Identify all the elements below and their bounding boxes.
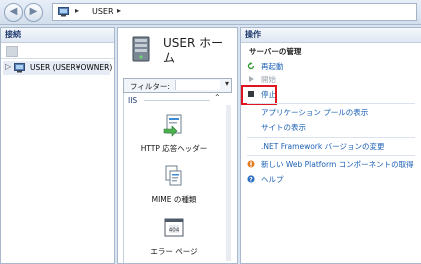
section-divider (144, 100, 210, 101)
tree-expander-icon[interactable]: ▷ (5, 62, 11, 71)
server-management-heading: サーバーの管理 (249, 47, 302, 56)
connections-header: 接続 (1, 28, 114, 43)
filter-bar: フィルター: ▾ (123, 78, 232, 93)
start-icon (249, 76, 254, 82)
feature-mime-types[interactable]: MIME の種類 (124, 164, 224, 205)
restart-label: 再起動 (261, 62, 284, 71)
arrow-right-icon: ▶ (29, 6, 38, 17)
breadcrumb-user[interactable]: USER (92, 7, 114, 16)
connections-toolbar (1, 43, 114, 59)
help-label: ヘルプ (261, 175, 284, 184)
tree-node-label: USER (USER¥OWNER) (30, 63, 113, 72)
svg-text:404: 404 (169, 228, 180, 234)
http-response-headers-icon (163, 114, 182, 137)
start-label: 開始 (261, 75, 276, 84)
breadcrumb-separator: ▸ (75, 6, 80, 15)
restart-icon (247, 62, 255, 70)
view-app-pools-label: アプリケーション プールの表示 (261, 108, 369, 117)
web-platform-icon (247, 160, 255, 168)
home-panel: USER ホーム フィルター: ▾ IIS ⌃ HTTP 応答ヘッダー MIME… (117, 27, 238, 264)
filter-label: フィルター: (130, 82, 170, 91)
breadcrumb-separator[interactable]: ▸ (117, 6, 121, 15)
error-pages-icon: 404 (164, 218, 184, 237)
back-button[interactable]: ◀ (4, 3, 23, 22)
get-web-platform-label: 新しい Web Platform コンポーネントの取得 (261, 160, 414, 169)
section-header: IIS (128, 96, 138, 105)
feature-label: エラー ページ (150, 247, 198, 256)
stop-highlight-frame (241, 85, 277, 105)
vertical-scrollbar[interactable] (226, 105, 231, 261)
actions-header: 操作 (241, 28, 421, 43)
server-home-icon (132, 36, 150, 62)
arrow-left-icon: ◀ (9, 6, 18, 17)
divider (247, 155, 415, 156)
feature-label: MIME の種類 (151, 195, 197, 204)
toolbar-icon[interactable] (6, 46, 18, 57)
address-bar[interactable]: ▸ USER ▸ (52, 3, 417, 21)
filter-dropdown-icon[interactable]: ▾ (225, 79, 229, 88)
feature-http-response-headers[interactable]: HTTP 応答ヘッダー (124, 113, 224, 154)
svg-text:?: ? (249, 176, 253, 183)
divider (247, 103, 415, 104)
actions-panel: 操作 サーバーの管理 再起動 開始 停止 アプリケーション プールの表示 サイト… (240, 27, 421, 264)
server-icon (14, 63, 25, 73)
filter-input[interactable] (175, 80, 220, 90)
page-title: USER ホーム (163, 36, 224, 65)
divider (247, 137, 415, 138)
address-toolbar: ◀ ▶ ▸ USER ▸ (0, 0, 421, 25)
features-view: IIS ⌃ HTTP 応答ヘッダー MIME の種類 404 エラー ページ (123, 93, 231, 263)
forward-button[interactable]: ▶ (24, 3, 43, 22)
connections-panel: 接続 ▷ USER (USER¥OWNER) (0, 27, 115, 264)
help-icon: ? (247, 175, 255, 183)
change-dotnet-version-label: .NET Framework バージョンの変更 (261, 142, 385, 151)
computer-icon (58, 7, 69, 17)
tree-node-server[interactable]: ▷ USER (USER¥OWNER) (3, 61, 113, 75)
collapse-icon[interactable]: ⌃ (214, 93, 221, 102)
feature-label: HTTP 応答ヘッダー (140, 144, 208, 153)
feature-error-pages[interactable]: 404 エラー ページ (124, 216, 224, 257)
mime-types-icon (165, 165, 182, 186)
view-sites-label: サイトの表示 (261, 123, 306, 132)
